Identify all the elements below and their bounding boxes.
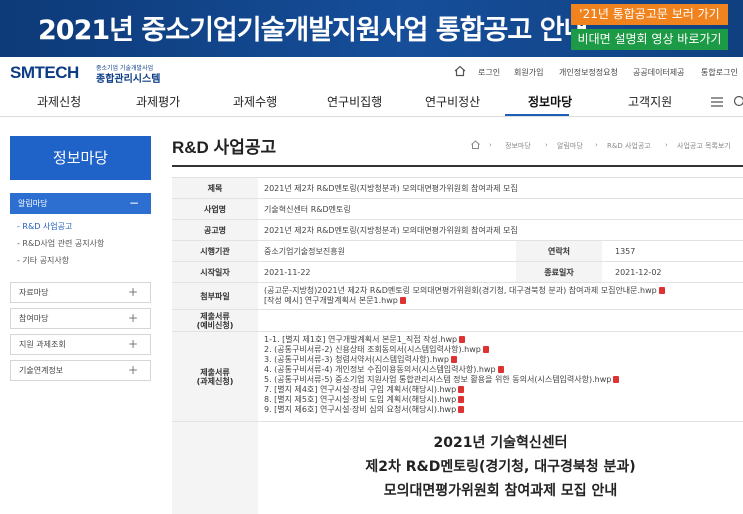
submit-file-link[interactable]: 9. [별지 제6호] 연구시설·장비 심의 요청서(해당시).hwp [264,405,465,415]
hwp-file-icon [450,356,457,363]
label-attach: 첨부파일 [172,283,258,310]
label-submit-pre: 제출서류 (예비신청) [172,310,258,332]
sidebar-group-label: 알림마당 [18,199,48,208]
hwp-file-icon [497,366,504,373]
hwp-file-icon [458,406,465,413]
logo-text: SMTECH [10,63,79,82]
table-row: 시행기관 중소기업기술정보진흥원 연락처 1357 [172,240,743,262]
expand-icon[interactable]: + [128,309,138,328]
gnb-expense[interactable]: 연구비집행 [327,93,382,110]
expand-icon[interactable]: + [128,361,138,380]
label-submit: 제출서류 (과제신청) [172,332,258,422]
value-title: 2021년 제2차 R&D멘토링(지방청분과) 모의대면평가위원회 참여과제 모… [264,184,518,193]
hwp-file-icon [458,386,465,393]
hwp-file-icon [459,336,466,343]
open-data-link[interactable]: 공공데이터제공 [633,67,685,78]
value-contact: 1357 [615,247,636,256]
breadcrumb-item[interactable]: 정보마당 [505,141,531,151]
attachment-link[interactable]: (공고문-지방청)2021년 제2차 R&D멘토링 모의대면평가위원회(경기청,… [264,286,665,296]
submit-file-link[interactable]: 5. (공통구비서류-5) 중소기업 지원사업 통합관리시스템 정보 활용을 위… [264,375,620,385]
value-notice: 2021년 제2차 R&D멘토링(지방청분과) 모의대면평가위원회 참여과제 모… [264,226,518,235]
label-contact: 연락처 [516,241,602,262]
label-title: 제목 [172,178,258,199]
privacy-request-link[interactable]: 개인정보정정요청 [559,67,618,78]
label-start: 시작일자 [172,262,258,283]
value-end: 2021-12-02 [615,268,662,277]
hwp-file-icon [658,287,665,294]
value-business: 기술혁신센터 R&D멘토링 [264,205,351,214]
gnb-divider [0,116,743,117]
hwp-file-icon [482,346,489,353]
top-banner: 2021년 중소기업기술개발지원사업 통합공고 안내 '21년 통합공고문 보러… [0,0,743,57]
sidebar-item-rnd-notice[interactable]: - R&D 사업공고 [17,221,72,232]
label-notice: 공고명 [172,220,258,241]
hwp-file-icon [399,297,406,304]
sidebar-item-label: 지원 과제조회 [19,340,66,349]
label-business: 사업명 [172,199,258,220]
gnb-apply[interactable]: 과제신청 [37,93,81,110]
attachment-link[interactable]: [작성 예시] 연구개발계획서 본문1.hwp [264,296,406,306]
sidebar-item-other-notice[interactable]: - 기타 공지사항 [17,255,69,266]
breadcrumb-current: 사업공고 목록보기 [677,142,731,150]
submit-file-link[interactable]: 2. (공통구비서류-2) 신용상태 조회동의서(시스템입력사항).hwp [264,345,489,355]
table-row: 사업명 기술혁신센터 R&D멘토링 [172,198,743,220]
value-start: 2021-11-22 [264,268,311,277]
banner-title: 2021년 중소기업기술개발지원사업 통합공고 안내 [38,15,588,46]
breadcrumb-home-icon[interactable] [470,139,481,150]
site-logo[interactable]: SMTECH 중소기업 기술개발사업 종합관리시스템 [10,63,180,85]
collapse-icon[interactable]: − [129,193,139,214]
breadcrumb-item[interactable]: R&D 사업공고 [607,141,651,151]
video-link-button[interactable]: 비대면 설명회 영상 바로가기 [571,29,728,50]
submit-file-link[interactable]: 3. (공통구비서류-3) 청렴서약서(시스템입력사항).hwp [264,355,457,365]
sidebar-group-notice[interactable]: 알림마당 − [10,193,151,214]
menu-icon[interactable] [710,96,724,108]
notice-heading-line1: 2021년 기술혁신센터 [433,435,568,451]
signup-link[interactable]: 회원가입 [514,67,543,78]
integrated-login-link[interactable]: 통합로그인 [701,67,738,78]
content-divider [172,165,743,167]
sidebar-item-label: 참여마당 [19,314,49,323]
sidebar-item-participation[interactable]: 참여마당 + [10,308,151,329]
expand-icon[interactable]: + [128,335,138,354]
gnb-info[interactable]: 정보마당 [528,93,572,110]
submit-file-link[interactable]: 8. [별지 제5호] 연구시설·장비 도입 계획서(해당시).hwp [264,395,465,405]
table-row: 제출서류 (과제신청) 1-1. [별지 제1호] 연구개발계획서 본문1_직접… [172,331,743,422]
label-org: 시행기관 [172,241,258,262]
table-row: 제출서류 (예비신청) [172,309,743,332]
hwp-file-icon [613,376,620,383]
home-icon[interactable] [453,64,467,78]
sidebar-item-tech-link[interactable]: 기술연계정보 + [10,360,151,381]
label-end: 종료일자 [516,262,602,283]
submit-file-link[interactable]: 4. (공통구비서류-4) 개인정보 수집이용동의서(시스템입력사항).hwp [264,365,504,375]
sidebar-item-label: 기술연계정보 [19,366,64,375]
page-title: R&D 사업공고 [172,138,277,157]
notice-heading-line2: 제2차 R&D멘토링(경기청, 대구경북청 분과) [365,459,636,475]
gnb-support[interactable]: 고객지원 [628,93,672,110]
sidebar-title: 정보마당 [10,136,151,180]
notice-link-button[interactable]: '21년 통합공고문 보러 가기 [571,4,728,25]
value-org: 중소기업기술정보진흥원 [264,247,345,256]
sidebar-item-project-search[interactable]: 지원 과제조회 + [10,334,151,355]
expand-icon[interactable]: + [128,283,138,302]
notice-heading-line3: 모의대면평가위원회 참여과제 모집 안내 [383,483,618,499]
table-row: 제목 2021년 제2차 R&D멘토링(지방청분과) 모의대면평가위원회 참여과… [172,177,743,199]
gnb-execution[interactable]: 과제수행 [233,93,277,110]
sidebar-item-resources[interactable]: 자료마당 + [10,282,151,303]
table-row: 첨부파일 (공고문-지방청)2021년 제2차 R&D멘토링 모의대면평가위원회… [172,282,743,310]
label-empty [172,422,258,514]
table-row: 시작일자 2021-11-22 종료일자 2021-12-02 [172,261,743,283]
sidebar-item-rnd-announcement[interactable]: - R&D사업 관련 공지사항 [17,238,104,249]
login-link[interactable]: 로그인 [478,67,500,78]
logo-system-name: 종합관리시스템 [96,74,161,85]
breadcrumb-item[interactable]: 알림마당 [557,141,583,151]
submit-file-link[interactable]: 1-1. [별지 제1호] 연구개발계획서 본문1_직접 작성.hwp [264,335,466,345]
gnb-evaluation[interactable]: 과제평가 [136,93,180,110]
search-icon[interactable] [733,95,743,109]
hwp-file-icon [458,396,465,403]
gnb-settlement[interactable]: 연구비정산 [425,93,480,110]
sidebar-item-label: 자료마당 [19,288,49,297]
table-row: 공고명 2021년 제2차 R&D멘토링(지방청분과) 모의대면평가위원회 참여… [172,219,743,241]
submit-file-link[interactable]: 7. [별지 제4호] 연구시설·장비 구입 계획서(해당시).hwp [264,385,465,395]
